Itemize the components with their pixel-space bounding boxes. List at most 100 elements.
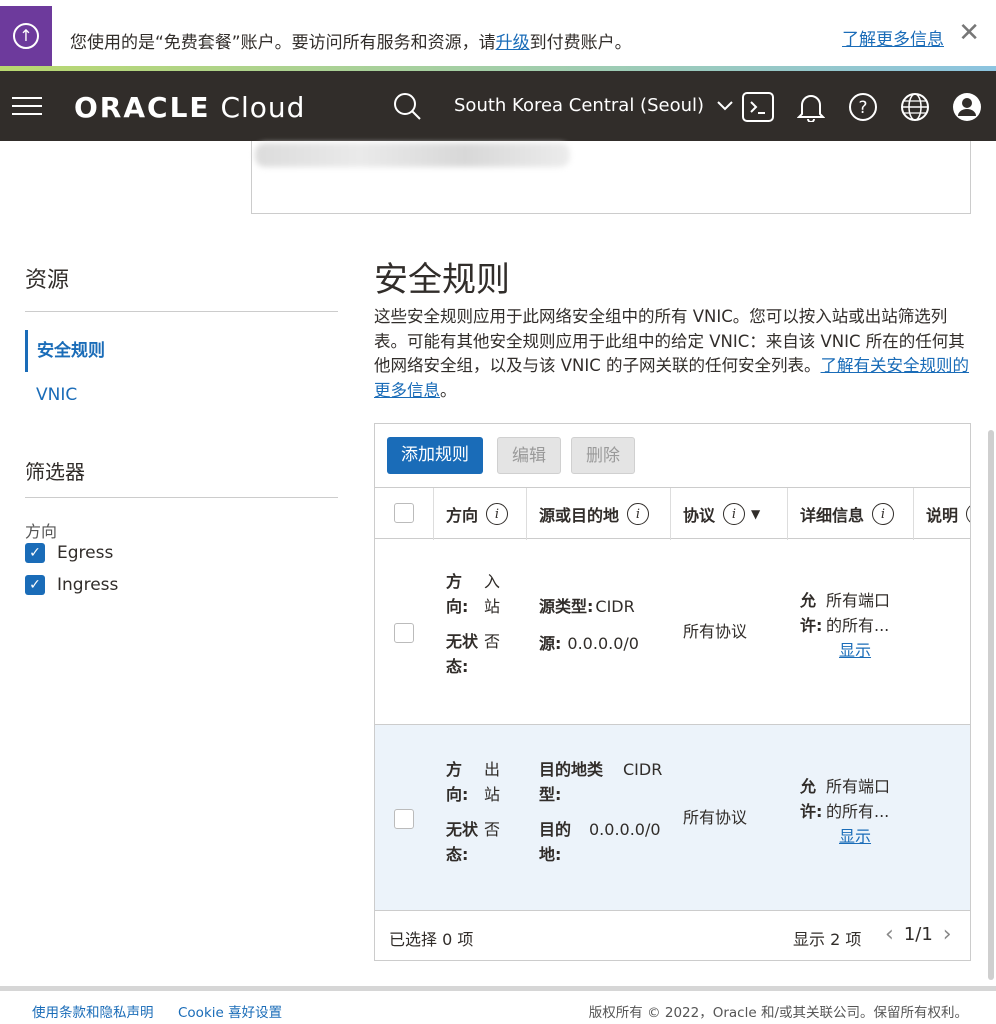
allow-value: 所有端口的所有... (826, 777, 891, 821)
help-icon[interactable]: ? (847, 91, 879, 123)
row-checkbox[interactable] (394, 623, 414, 643)
destination-cell: 目的地类型: CIDR 目的地: 0.0.0.0/0 (539, 757, 669, 867)
destination-value: 0.0.0.0/0 (589, 820, 661, 839)
allow-key: 允许: (800, 777, 823, 821)
chevron-left-icon[interactable]: ‹ (885, 922, 894, 947)
page-title: 安全规则 (374, 260, 510, 300)
description-end: 。 (440, 380, 457, 400)
stateless-value: 否 (484, 632, 501, 651)
sidebar-divider (25, 311, 338, 312)
delete-button[interactable]: 删除 (571, 437, 635, 474)
sidebar-item-security-rules[interactable]: 安全规则 (25, 330, 105, 372)
sort-caret-icon[interactable]: ▼ (751, 507, 760, 521)
sidebar-item-vnic[interactable]: VNIC (25, 385, 77, 405)
direction-cell: 方向: 出站 无状态: 否 (446, 757, 516, 867)
edit-button[interactable]: 编辑 (497, 437, 561, 474)
source-cell: 源类型: CIDR 源: 0.0.0.0/0 (539, 594, 664, 656)
column-description[interactable]: 说明 i (913, 488, 970, 540)
column-source-destination[interactable]: 源或目的地 i (526, 488, 650, 540)
chevron-right-icon[interactable]: › (943, 922, 952, 947)
svg-text:?: ? (858, 98, 867, 118)
arrow-up-icon: ↑ (13, 23, 39, 49)
cookie-preferences-link[interactable]: Cookie 喜好设置 (178, 1001, 282, 1021)
column-protocol[interactable]: 协议 i ▼ (670, 488, 760, 540)
page-scrollbar[interactable] (988, 430, 994, 980)
info-icon[interactable]: i (966, 503, 970, 525)
checkbox-checked-icon[interactable]: ✓ (25, 543, 45, 563)
source-type-key: 源类型: (539, 597, 594, 616)
allow-value: 所有端口的所有... (826, 591, 891, 635)
oracle-cloud-logo[interactable]: ORACLE Cloud (74, 91, 305, 124)
show-details-link[interactable]: 显示 (839, 827, 871, 846)
info-icon[interactable]: i (872, 503, 895, 525)
pagination: ‹ 1/1 › (885, 922, 952, 947)
upgrade-link[interactable]: 升级 (496, 33, 530, 53)
info-icon[interactable]: i (627, 503, 650, 525)
security-rules-description: 这些安全规则应用于此网络安全组中的所有 VNIC。您可以按入站或出站筛选列表。可… (374, 305, 970, 403)
column-details-label: 详细信息 (800, 506, 865, 525)
protocol-cell: 所有协议 (683, 808, 748, 827)
stateless-value: 否 (484, 820, 501, 839)
destination-type-key: 目的地类型: (539, 760, 604, 804)
column-source-destination-label: 源或目的地 (539, 506, 620, 525)
top-navigation: ORACLE Cloud South Korea Central (Seoul)… (0, 71, 996, 141)
filters-divider (25, 497, 338, 498)
close-icon[interactable]: ✕ (958, 20, 980, 46)
row-checkbox[interactable] (394, 809, 414, 829)
table-header: 方向 i 源或目的地 i 协议 i ▼ 详细信息 i 说明 i (375, 487, 970, 540)
destination-key: 目的地: (539, 820, 572, 864)
column-direction[interactable]: 方向 i (433, 488, 509, 540)
learn-more-link[interactable]: 了解更多信息 (842, 25, 944, 50)
column-direction-label: 方向 (446, 506, 479, 525)
selected-count: 已选择 0 项 (389, 930, 474, 949)
region-selector[interactable]: South Korea Central (Seoul) (454, 95, 734, 116)
ingress-filter[interactable]: ✓ Ingress (25, 575, 118, 595)
direction-cell: 方向: 入站 无状态: 否 (446, 569, 516, 679)
protocol-cell: 所有协议 (683, 622, 748, 641)
table-row: 方向: 入站 无状态: 否 源类型: CIDR 源: 0.0.0.0/0 所有协议 允许… (375, 539, 970, 725)
page-indicator: 1/1 (903, 924, 933, 945)
details-cell: 允许: 所有端口的所有... 显示 (800, 774, 900, 849)
egress-filter[interactable]: ✓ Egress (25, 543, 113, 563)
menu-icon[interactable] (12, 97, 42, 115)
free-tier-banner: ↑ 您使用的是“免费套餐”账户。要访问所有服务和资源，请升级到付费账户。 了解更… (0, 0, 996, 68)
search-icon[interactable] (392, 91, 422, 121)
item-count: 显示 2 项 (793, 930, 862, 949)
source-type-value: CIDR (595, 597, 635, 616)
ingress-label: Ingress (57, 575, 119, 595)
banner-message: 您使用的是“免费套餐”账户。要访问所有服务和资源，请升级到付费账户。 (70, 28, 632, 53)
stateless-key: 无状态: (446, 632, 479, 676)
redacted-text (255, 143, 570, 167)
direction-key: 方向: (446, 760, 469, 804)
resources-title: 资源 (25, 268, 70, 293)
notifications-bell-icon[interactable] (795, 91, 827, 123)
upgrade-icon-box: ↑ (0, 6, 52, 66)
user-profile-icon[interactable] (951, 91, 983, 123)
filters-title: 筛选器 (25, 460, 85, 484)
column-details[interactable]: 详细信息 i (787, 488, 895, 540)
security-rules-table: 添加规则 编辑 删除 方向 i 源或目的地 i 协议 i ▼ 详细信息 i 说明 i 方向:… (374, 423, 971, 961)
select-all-checkbox[interactable] (394, 503, 414, 523)
info-icon[interactable]: i (486, 503, 509, 525)
table-toolbar: 添加规则 编辑 删除 (375, 424, 970, 487)
add-rule-button[interactable]: 添加规则 (387, 437, 483, 474)
logo-cloud: Cloud (210, 91, 306, 124)
chevron-down-icon (717, 101, 733, 111)
banner-text-start: 您使用的是“免费套餐”账户。要访问所有服务和资源，请 (70, 33, 496, 53)
column-description-label: 说明 (926, 506, 959, 525)
info-icon[interactable]: i (723, 503, 746, 525)
checkbox-checked-icon[interactable]: ✓ (25, 575, 45, 595)
logo-oracle: ORACLE (74, 91, 211, 124)
language-globe-icon[interactable] (899, 91, 931, 123)
cloud-shell-icon[interactable] (742, 91, 774, 123)
table-footer: 已选择 0 项 显示 2 项 ‹ 1/1 › (375, 910, 970, 960)
show-details-link[interactable]: 显示 (839, 641, 871, 660)
direction-value: 出站 (484, 760, 501, 804)
page-footer: 使用条款和隐私声明 Cookie 喜好设置 版权所有 © 2022，Oracle… (0, 986, 996, 1024)
destination-type-value: CIDR (623, 760, 663, 779)
source-key: 源: (539, 634, 562, 653)
direction-key: 方向: (446, 572, 469, 616)
allow-key: 允许: (800, 591, 823, 635)
terms-privacy-link[interactable]: 使用条款和隐私声明 (32, 1001, 154, 1021)
direction-value: 入站 (484, 572, 501, 616)
